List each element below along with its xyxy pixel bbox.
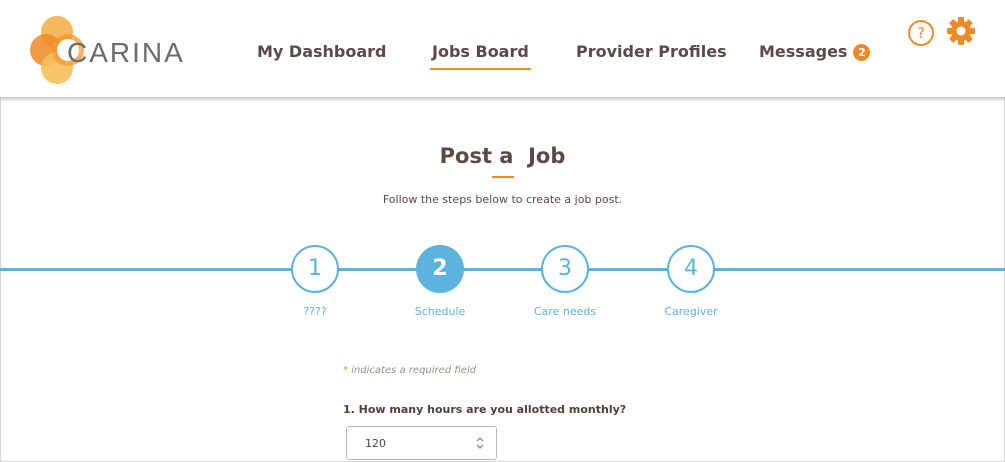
spinner-arrows-icon[interactable] [476, 436, 484, 450]
step-1-label: ???? [303, 305, 327, 318]
title-underline [492, 176, 514, 178]
page-title: Post a Job [439, 144, 566, 168]
nav-jobs-board[interactable]: Jobs Board [430, 42, 531, 70]
question-circle-icon[interactable]: ? [908, 20, 934, 46]
step-2-circle[interactable]: 2 [416, 245, 464, 293]
stepper-track [0, 268, 1005, 271]
required-star: * [343, 365, 348, 376]
logo-text: CARINA [67, 37, 185, 68]
step-3-label: Care needs [533, 305, 597, 318]
page-subtitle: Follow the steps below to create a job p… [382, 193, 623, 206]
step-4-label: Caregiver [664, 305, 718, 318]
required-note-text: indicates a required field [351, 365, 477, 376]
nav-messages-label: Messages [759, 42, 848, 61]
step-3-circle[interactable]: 3 [541, 245, 589, 293]
nav-provider-profiles[interactable]: Provider Profiles [576, 42, 727, 61]
nav-my-dashboard[interactable]: My Dashboard [257, 42, 387, 61]
top-header: CARINA My Dashboard Jobs Board Provider … [0, 0, 1005, 98]
step-4-circle[interactable]: 4 [667, 245, 715, 293]
messages-count-badge: 2 [853, 44, 871, 61]
step-1-circle[interactable]: 1 [291, 245, 339, 293]
nav-messages[interactable]: Messages 2 [759, 42, 871, 61]
step-2-label: Schedule [414, 305, 466, 318]
hours-number-input[interactable]: 120 [346, 426, 497, 460]
hours-value: 120 [365, 437, 386, 450]
gear-icon[interactable] [946, 16, 976, 46]
question-hours-label: 1. How many hours are you allotted month… [343, 403, 627, 416]
required-field-note: * indicates a required field [343, 365, 476, 376]
carina-logo[interactable]: CARINA [30, 15, 190, 85]
